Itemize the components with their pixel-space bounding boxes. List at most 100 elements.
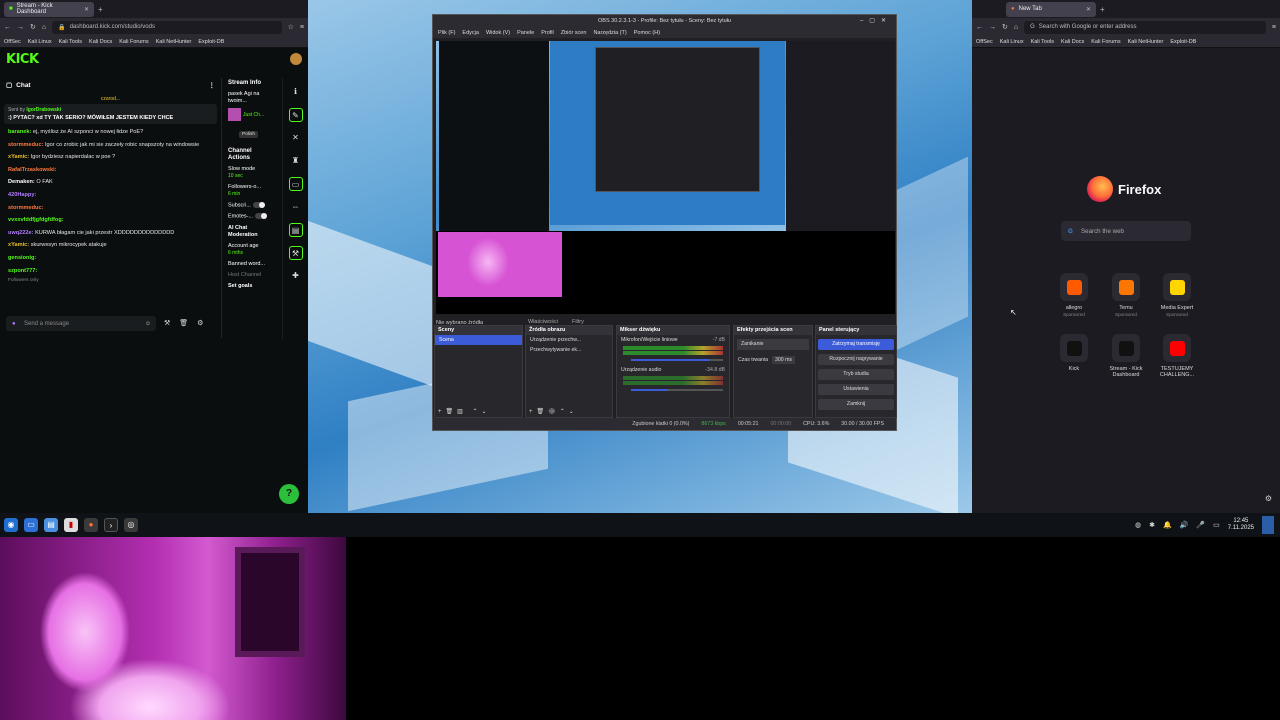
forward-icon[interactable]: →	[17, 24, 24, 31]
chat-message[interactable]: uwq222e: KURWA błagam cie jaki przestr X…	[0, 227, 221, 240]
reload-icon[interactable]: ↻	[30, 23, 36, 31]
scene-controls[interactable]: +🗑▥ ⌃⌄	[438, 408, 491, 415]
document-icon[interactable]: ▤	[288, 223, 303, 237]
close-icon[interactable]: ✕	[1086, 6, 1091, 13]
ff-search-input[interactable]: G Search the web	[1061, 221, 1191, 241]
bookmark-item[interactable]: OffSec	[4, 39, 21, 45]
account-age-item[interactable]: Account age 6 mths	[225, 241, 278, 259]
chat-username[interactable]: baranek:	[8, 129, 31, 135]
network-icon[interactable]: ◍	[1135, 521, 1141, 529]
terminal-icon[interactable]: ›	[104, 518, 118, 532]
forward-icon[interactable]: →	[989, 24, 996, 31]
chat-message[interactable]: RafalTrzaskowski:	[0, 164, 221, 177]
close-icon[interactable]: ✕	[84, 6, 89, 13]
ff-url-bar[interactable]: G Search with Google or enter address	[1024, 20, 1266, 34]
ai-moderation-item[interactable]: AI Chat Moderation	[225, 223, 278, 241]
mic-tray-icon[interactable]: 🎤	[1196, 521, 1205, 529]
back-icon[interactable]: ←	[976, 24, 983, 31]
bookmark-item[interactable]: Kali Linux	[28, 39, 52, 45]
chat-username[interactable]: vvxxvfddfjgfdgfdfog:	[8, 217, 64, 223]
shortcut-tile[interactable]: Temu Sponsored	[1102, 273, 1150, 317]
chat-message[interactable]: stormmeduc:	[0, 202, 221, 215]
emotes-item[interactable]: Emotes-...	[225, 211, 278, 222]
mod-tools-icon[interactable]: ⚒	[164, 319, 170, 327]
firefox-taskbar-icon[interactable]: ●	[84, 518, 98, 532]
stream-info-title[interactable]: Stream Info	[225, 78, 278, 89]
bookmark-item[interactable]: Kali Tools	[59, 39, 82, 45]
source-item[interactable]: Przechwytywanie ek...	[526, 345, 612, 355]
kali-menu-icon[interactable]: ◉	[4, 518, 18, 532]
chat-menu-icon[interactable]: ⋮	[209, 81, 216, 89]
chat-message[interactable]: szpont777:	[0, 265, 221, 278]
sword-icon[interactable]: ✕	[289, 131, 303, 145]
bookmark-item[interactable]: Kali NetHunter	[1128, 39, 1164, 45]
shortcut-tile[interactable]: Media Expert Sponsored	[1153, 273, 1201, 317]
slow-mode-item[interactable]: Slow mode 10 sec	[225, 164, 278, 182]
user-avatar[interactable]	[290, 53, 302, 65]
obs-menu-item[interactable]: Profil	[541, 30, 554, 36]
chat-username[interactable]: 420Happy:	[8, 192, 36, 198]
chat-username[interactable]: Demaken:	[8, 179, 35, 185]
window-controls[interactable]: –▢✕	[860, 15, 892, 27]
chat-username[interactable]: stormmeduc:	[8, 205, 43, 211]
settings-gear-icon[interactable]: ⚙	[1265, 494, 1272, 503]
chat-message[interactable]: stormmeduc: Igor co zrobic jak mi sie za…	[0, 139, 221, 152]
exit-button[interactable]: Zamknij	[818, 399, 894, 410]
chat-message[interactable]: gensionig:	[0, 252, 221, 265]
duration-input[interactable]: 300 ms	[771, 356, 795, 364]
chat-username[interactable]: gensionig:	[8, 255, 36, 261]
bookmark-item[interactable]: Kali Docs	[1061, 39, 1084, 45]
obs-taskbar-icon[interactable]: ◎	[124, 518, 138, 532]
volume-icon[interactable]: 🔊	[1180, 521, 1189, 529]
chat-username[interactable]: RafalTrzaskowski:	[8, 167, 57, 173]
menu-icon[interactable]: ≡	[300, 24, 304, 31]
chat-username[interactable]: szpont777:	[8, 268, 37, 274]
obs-menu-item[interactable]: Zbiór scen	[561, 30, 587, 36]
shortcut-tile[interactable]: TESTUJEMY CHALLENG...	[1153, 334, 1201, 379]
obs-menu-item[interactable]: Narzędzia (T)	[593, 30, 626, 36]
subscribers-item[interactable]: Subscri...	[225, 200, 278, 211]
wrench-icon[interactable]: ⚒	[288, 246, 303, 260]
document-icon[interactable]: ▮	[64, 518, 78, 532]
chat-message[interactable]: vvxxvfddfjgfdgfdfog:	[0, 214, 221, 227]
home-icon[interactable]: ⌂	[42, 24, 46, 31]
source-item[interactable]: Urządzenie przechw...	[526, 335, 612, 345]
shortcut-tile[interactable]: Stream - Kick Dashboard	[1102, 334, 1150, 379]
followers-only-item[interactable]: Followers-o... 6 min	[225, 182, 278, 200]
mic-icon[interactable]: ●	[12, 321, 16, 327]
puzzle-icon[interactable]: ✚	[289, 269, 303, 283]
show-desktop-button[interactable]	[1262, 516, 1274, 534]
pinned-message[interactable]: Sent by IgorDrabowski :) PYTAC? xd TY TA…	[4, 104, 217, 124]
bookmark-star-icon[interactable]: ☆	[288, 23, 294, 31]
chat-username[interactable]: xYamic:	[8, 242, 29, 248]
obs-menu-item[interactable]: Pomoc (H)	[634, 30, 660, 36]
set-goals-item[interactable]: Set goals	[225, 281, 278, 292]
shortcut-tile[interactable]: allegro Sponsored	[1050, 273, 1098, 317]
trophy-icon[interactable]: ♜	[289, 154, 303, 168]
battery-icon[interactable]: ▭	[1213, 521, 1220, 529]
bookmark-item[interactable]: OffSec	[976, 39, 993, 45]
bookmark-item[interactable]: Kali Forums	[1091, 39, 1120, 45]
clock[interactable]: 12:45 7.11.2025	[1228, 518, 1254, 532]
obs-menu-item[interactable]: Plik (F)	[438, 30, 455, 36]
stop-streaming-button[interactable]: Zatrzymaj transmisję	[818, 339, 894, 350]
obs-preview-canvas[interactable]	[436, 41, 895, 314]
emotes-toggle[interactable]	[255, 213, 268, 220]
bookmark-item[interactable]: Kali Tools	[1031, 39, 1054, 45]
back-icon[interactable]: ←	[4, 24, 11, 31]
banned-words-item[interactable]: Banned word...	[225, 259, 278, 270]
desktop-icon[interactable]: ▭	[24, 518, 38, 532]
volume-slider[interactable]	[631, 359, 723, 361]
obs-menu-item[interactable]: Widok (V)	[486, 30, 510, 36]
settings-button[interactable]: Ustawienia	[818, 384, 894, 395]
bookmark-item[interactable]: Kali Forums	[119, 39, 148, 45]
gear-icon[interactable]: ⚙	[197, 319, 203, 327]
menu-icon[interactable]: ≡	[1272, 24, 1276, 31]
link-icon[interactable]: ⇔	[289, 200, 303, 214]
chat-input[interactable]: ● Send a message ☺	[6, 316, 156, 331]
chat-username[interactable]: xYamic:	[8, 154, 29, 160]
studio-mode-button[interactable]: Tryb studia	[818, 369, 894, 380]
source-controls[interactable]: +🗑⚙⌃⌄	[529, 408, 578, 415]
shortcut-tile[interactable]: Kick	[1050, 334, 1098, 373]
chat-message[interactable]: xYamic: skurwesyn mikrocypek atakuje	[0, 239, 221, 252]
